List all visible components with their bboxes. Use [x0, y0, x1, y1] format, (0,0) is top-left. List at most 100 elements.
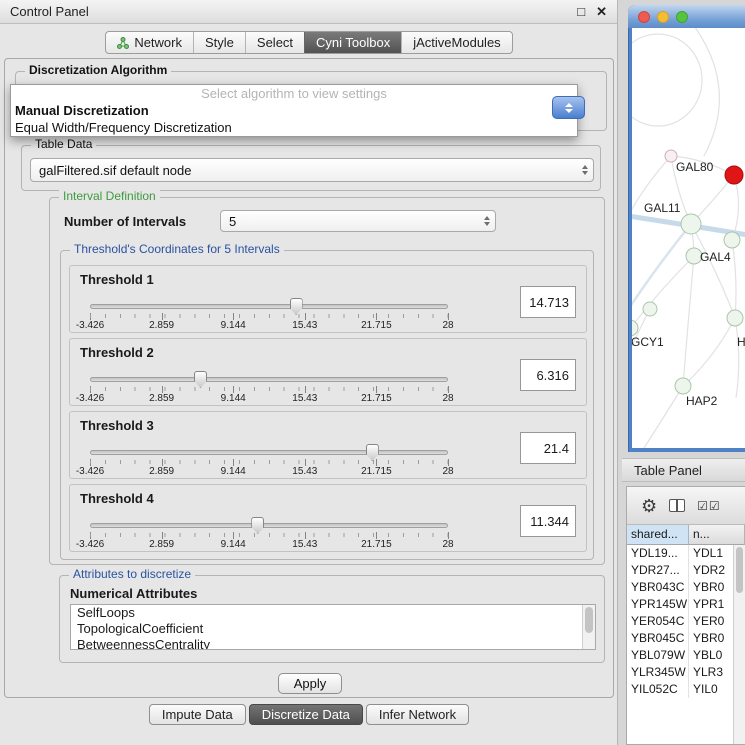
tick-label: -3.426 [76, 539, 104, 550]
tab-strip: Network Style Select Cyni Toolbox jActiv… [105, 31, 512, 54]
slider-track[interactable] [90, 523, 448, 528]
node[interactable] [643, 302, 657, 316]
tab-style-label: Style [205, 35, 234, 50]
network-window-titlebar[interactable] [628, 5, 745, 28]
tab-style[interactable]: Style [193, 32, 245, 53]
top-tabs-row: Network Style Select Cyni Toolbox jActiv… [0, 31, 618, 54]
algorithm-combo-stepper-icon[interactable] [552, 96, 585, 119]
float-window-icon[interactable]: □ [577, 4, 585, 20]
apply-button[interactable]: Apply [278, 673, 342, 694]
slider-track[interactable] [90, 304, 448, 309]
scrollbar-thumb[interactable] [736, 547, 743, 593]
close-icon[interactable]: ✕ [596, 4, 607, 20]
table-body: YDL19...YDL1 YDR27...YDR2 YBR043CYBR0 YP… [627, 545, 745, 744]
network-view-window[interactable]: GAL80 GAL11 GAL4 GCY1 HAP2 H [628, 5, 745, 452]
tab-select[interactable]: Select [245, 32, 304, 53]
table-row[interactable]: YBR043CYBR0 [627, 579, 745, 596]
slider-handle[interactable] [251, 517, 264, 534]
numerical-attributes-label: Numerical Attributes [70, 586, 197, 601]
stepper-icon[interactable] [484, 216, 490, 226]
tick-label: 28 [442, 393, 453, 404]
tab-cyni-toolbox[interactable]: Cyni Toolbox [304, 32, 401, 53]
threshold-value-field[interactable]: 11.344 [520, 505, 576, 537]
table-row[interactable]: YBL079WYBL0 [627, 647, 745, 664]
network-graph: GAL80 GAL11 GAL4 GCY1 HAP2 H [632, 28, 745, 448]
node-selected-red[interactable] [725, 166, 743, 184]
table-row[interactable]: YDL19...YDL1 [627, 545, 745, 562]
tab-jactivemodules[interactable]: jActiveModules [401, 32, 511, 53]
node-label-gcy1: GCY1 [632, 335, 664, 349]
scrollbar-thumb[interactable] [585, 607, 593, 633]
table-row[interactable]: YIL052CYIL0 [627, 681, 745, 698]
tick-labels: -3.426 2.859 9.144 15.43 21.715 28 [90, 393, 448, 405]
list-item[interactable]: SelfLoops [71, 605, 595, 621]
list-item[interactable]: BetweennessCentrality [71, 637, 595, 650]
threshold-value-field[interactable]: 6.316 [520, 359, 576, 391]
table-panel-titlebar[interactable]: Table Panel [622, 458, 745, 482]
minimize-traffic-light-icon[interactable] [657, 11, 669, 23]
network-canvas[interactable]: GAL80 GAL11 GAL4 GCY1 HAP2 H [632, 28, 745, 448]
dropdown-item-manual-discretization[interactable]: Manual Discretization [11, 102, 577, 119]
threshold-value-field[interactable]: 21.4 [520, 432, 576, 464]
cell[interactable]: YDR27... [627, 562, 689, 579]
number-of-intervals-value: 5 [229, 214, 236, 229]
table-scrollbar[interactable] [733, 545, 745, 744]
slider-track[interactable] [90, 377, 448, 382]
tab-network[interactable]: Network [106, 32, 193, 53]
table-data-group: Table Data galFiltered.sif default node [21, 145, 601, 191]
node-hap2[interactable] [675, 378, 691, 394]
threshold-panel: Threshold 4 -3.426 2.859 [69, 484, 587, 552]
threshold-slider[interactable]: -3.426 2.859 9.144 15.43 21.715 28 [90, 373, 448, 403]
gear-icon[interactable]: ⚙ [641, 497, 657, 515]
slider-minor-ticks [90, 314, 448, 318]
cell[interactable]: YIL052C [627, 681, 689, 698]
cell[interactable]: YBR045C [627, 630, 689, 647]
tab-infer-network[interactable]: Infer Network [366, 704, 469, 725]
threshold-slider[interactable]: -3.426 2.859 9.144 15.43 21.715 28 [90, 446, 448, 476]
column-header-shared-name[interactable]: shared... [627, 525, 689, 545]
attributes-list[interactable]: SelfLoops TopologicalCoefficient Between… [70, 604, 596, 650]
list-scrollbar[interactable] [582, 605, 595, 649]
cell[interactable]: YDL19... [627, 545, 689, 562]
tab-discretize-data[interactable]: Discretize Data [249, 704, 363, 725]
close-traffic-light-icon[interactable] [638, 11, 650, 23]
threshold-slider[interactable]: -3.426 2.859 9.144 15.43 21.715 28 [90, 519, 448, 549]
tick-label: 21.715 [361, 539, 392, 550]
column-header-name[interactable]: n... [689, 525, 745, 545]
slider-handle[interactable] [194, 371, 207, 388]
tick-labels: -3.426 2.859 9.144 15.43 21.715 28 [90, 320, 448, 332]
slider-handle[interactable] [290, 298, 303, 315]
stepper-icon[interactable] [582, 165, 588, 175]
cell[interactable]: YBL079W [627, 647, 689, 664]
tab-impute-data[interactable]: Impute Data [149, 704, 246, 725]
group-label: Table Data [31, 137, 96, 151]
zoom-traffic-light-icon[interactable] [676, 11, 688, 23]
slider-track[interactable] [90, 450, 448, 455]
dropdown-item-equal-width-frequency[interactable]: Equal Width/Frequency Discretization [11, 119, 577, 136]
list-item[interactable]: TopologicalCoefficient [71, 621, 595, 637]
table-row[interactable]: YBR045CYBR0 [627, 630, 745, 647]
tick-label: -3.426 [76, 393, 104, 404]
number-of-intervals-combo[interactable]: 5 [220, 210, 496, 232]
threshold-panel: Threshold 3 -3.426 2.859 [69, 411, 587, 479]
cell[interactable]: YBR043C [627, 579, 689, 596]
table-row[interactable]: YLR345WYLR3 [627, 664, 745, 681]
number-of-intervals-label: Number of Intervals [64, 214, 186, 229]
threshold-value-field[interactable]: 14.713 [520, 286, 576, 318]
checkbox-icons[interactable]: ☑☑ [697, 499, 721, 513]
table-row[interactable]: YDR27...YDR2 [627, 562, 745, 579]
node-gal11[interactable] [681, 214, 701, 234]
node[interactable] [727, 310, 743, 326]
columns-icon[interactable] [669, 499, 685, 512]
table-data-combo[interactable]: galFiltered.sif default node [30, 158, 594, 182]
right-panel: GAL80 GAL11 GAL4 GCY1 HAP2 H Table Panel… [622, 0, 745, 745]
table-row[interactable]: YER054CYER0 [627, 613, 745, 630]
cell[interactable]: YPR145W [627, 596, 689, 613]
threshold-slider[interactable]: -3.426 2.859 9.144 15.43 21.715 28 [90, 300, 448, 330]
cell[interactable]: YER054C [627, 613, 689, 630]
tick-label: -3.426 [76, 466, 104, 477]
table-row[interactable]: YPR145WYPR1 [627, 596, 745, 613]
control-panel-titlebar[interactable]: Control Panel □ ✕ [0, 0, 617, 24]
node[interactable] [724, 232, 740, 248]
cell[interactable]: YLR345W [627, 664, 689, 681]
